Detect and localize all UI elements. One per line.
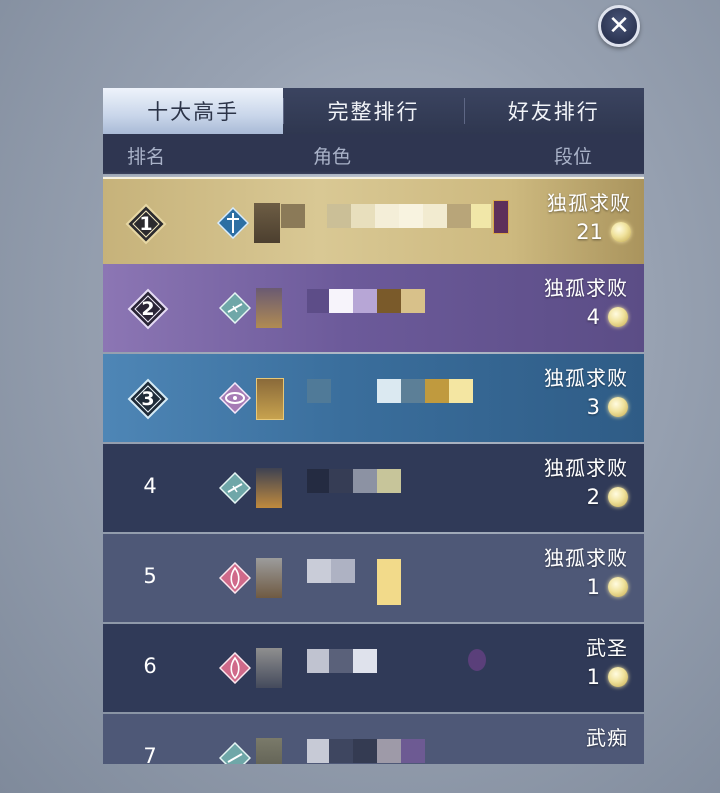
column-tier: 段位: [554, 146, 593, 168]
feather-class-icon: [219, 652, 251, 684]
ranking-row-6[interactable]: 6 武圣 1: [103, 624, 644, 712]
blade-class-icon: [219, 292, 251, 324]
tier-name: 独孤求败: [544, 276, 628, 300]
rank-number: 2: [141, 298, 155, 320]
tier-level: 3: [586, 395, 600, 419]
tab-top-ten[interactable]: 十大高手: [103, 88, 284, 134]
eye-class-icon: [219, 382, 251, 414]
close-button[interactable]: ✕: [598, 5, 640, 47]
tab-full-ranking[interactable]: 完整排行: [283, 88, 464, 134]
tier-info: 武痴: [586, 722, 628, 751]
rank-badge: 1: [125, 203, 167, 245]
avatar: [256, 738, 282, 764]
avatar: [256, 468, 282, 508]
close-icon: ✕: [608, 11, 630, 41]
ranking-row-5[interactable]: 5 独孤求败 1: [103, 534, 644, 622]
ranking-row-4[interactable]: 4 独孤求败 2: [103, 444, 644, 532]
rank-number: 6: [143, 654, 157, 678]
ranking-row-1[interactable]: 1 独孤求败 21: [103, 177, 644, 267]
avatar: [256, 558, 282, 598]
column-role: 角色: [313, 146, 352, 168]
tab-bar: 十大高手 完整排行 好友排行: [103, 88, 644, 134]
tier-level: 4: [586, 305, 600, 329]
blurred-name: [307, 739, 331, 763]
feather-class-icon: [219, 562, 251, 594]
coin-icon: [611, 222, 631, 242]
tier-level: 21: [576, 220, 603, 244]
tier-info: 独孤求败 2: [544, 452, 628, 509]
avatar: [256, 288, 282, 328]
tier-info: 独孤求败 4: [544, 272, 628, 329]
leaderboard-panel: 十大高手 完整排行 好友排行 排名 角色 段位 1 独孤求败 21 2 独孤求败…: [103, 88, 644, 764]
rank-number: 1: [139, 213, 153, 235]
ranking-row-7[interactable]: 7 武痴: [103, 714, 644, 764]
column-rank: 排名: [127, 146, 166, 168]
tier-level: 1: [586, 575, 600, 599]
blade-class-icon: [219, 472, 251, 504]
rank-badge: 3: [127, 378, 169, 420]
sword-class-icon: [217, 207, 249, 239]
coin-icon: [608, 307, 628, 327]
avatar: [256, 648, 282, 688]
tier-level: 1: [586, 665, 600, 689]
rank-badge: 2: [127, 288, 169, 330]
tier-name: 独孤求败: [547, 191, 631, 215]
tier-name: 武圣: [586, 636, 628, 660]
title-badge: [493, 200, 509, 234]
blurred-name: [307, 649, 331, 673]
tier-name: 武痴: [586, 726, 628, 750]
ranking-row-2[interactable]: 2 独孤求败 4: [103, 264, 644, 352]
coin-icon: [608, 397, 628, 417]
blurred-name: [307, 559, 331, 583]
blade-class-icon: [219, 742, 251, 764]
rank-number: 4: [143, 474, 157, 498]
coin-icon: [608, 577, 628, 597]
tier-info: 独孤求败 21: [547, 187, 631, 244]
tier-info: 武圣 1: [586, 632, 628, 689]
guild-emblem: [468, 649, 486, 671]
rank-number: 7: [143, 744, 157, 764]
rank-number: 5: [143, 564, 157, 588]
tier-level: 2: [586, 485, 600, 509]
column-header: 排名 角色 段位: [103, 134, 644, 174]
coin-icon: [608, 487, 628, 507]
tier-info: 独孤求败 1: [544, 542, 628, 599]
tab-friends-ranking[interactable]: 好友排行: [463, 88, 644, 134]
blurred-name: [307, 379, 331, 403]
tier-name: 独孤求败: [544, 546, 628, 570]
tier-name: 独孤求败: [544, 366, 628, 390]
ranking-row-3[interactable]: 3 独孤求败 3: [103, 354, 644, 442]
avatar: [254, 203, 280, 243]
avatar: [256, 378, 284, 420]
blurred-name: [307, 469, 331, 493]
blurred-name: [281, 204, 305, 228]
coin-icon: [608, 667, 628, 687]
tier-info: 独孤求败 3: [544, 362, 628, 419]
rank-number: 3: [141, 388, 155, 410]
blurred-name: [307, 289, 331, 313]
tier-name: 独孤求败: [544, 456, 628, 480]
